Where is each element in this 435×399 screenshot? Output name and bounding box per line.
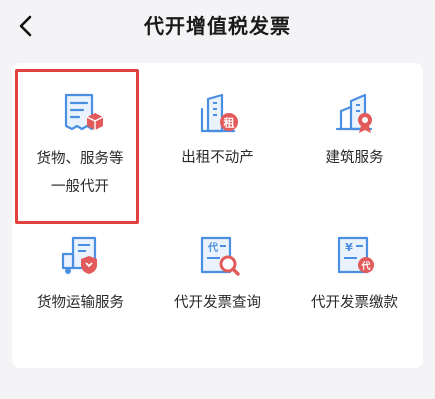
- header-bar: 代开增值税发票: [0, 0, 435, 52]
- service-label: 货物、服务等一般代开: [36, 151, 124, 195]
- service-tile-construction[interactable]: 建筑服务: [286, 63, 423, 213]
- service-label: 建筑服务: [325, 150, 384, 166]
- svg-text:租: 租: [223, 117, 234, 130]
- service-label: 出租不动产: [181, 150, 254, 166]
- service-tile-general-invoice[interactable]: 货物、服务等一般代开: [12, 63, 149, 213]
- service-label: 代开发票缴款: [311, 295, 398, 311]
- svg-text:代: 代: [207, 241, 218, 254]
- service-tile-invoice-payment[interactable]: ¥ 代 代开发票缴款: [286, 218, 423, 368]
- service-label: 货物运输服务: [37, 295, 124, 311]
- service-grid: 货物、服务等一般代开 租 出租不动产 建筑服务 货物运输服务 代 代开发票查询 …: [12, 63, 423, 368]
- invoice-search-icon: 代: [200, 236, 240, 276]
- svg-text:代: 代: [360, 260, 370, 272]
- svg-text:¥: ¥: [345, 241, 353, 254]
- invoice-with-box-icon: [64, 93, 103, 131]
- service-tile-freight[interactable]: 货物运输服务: [12, 218, 149, 368]
- service-tile-invoice-query[interactable]: 代 代开发票查询: [149, 218, 286, 368]
- page-title: 代开增值税发票: [144, 14, 291, 38]
- service-label: 代开发票查询: [174, 295, 261, 311]
- truck-shield-icon: [61, 236, 97, 274]
- invoice-payment-icon: ¥ 代: [337, 236, 374, 274]
- service-tile-rent-property[interactable]: 租 出租不动产: [149, 63, 286, 213]
- construction-service-icon: [335, 93, 372, 133]
- building-rent-icon: 租: [200, 93, 238, 133]
